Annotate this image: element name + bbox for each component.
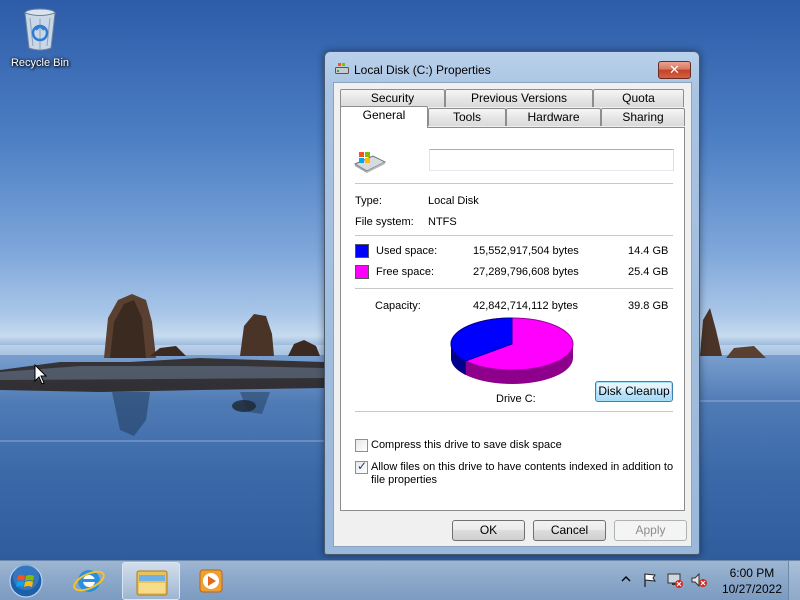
tab-security[interactable]: Security xyxy=(340,89,445,107)
tab-previous-versions[interactable]: Previous Versions xyxy=(445,89,593,107)
internet-explorer-icon xyxy=(73,570,105,592)
cancel-button[interactable]: Cancel xyxy=(533,520,606,541)
taskbar-media-player[interactable] xyxy=(182,562,240,600)
show-hidden-icons-chevron[interactable] xyxy=(621,572,631,586)
drive-label: Drive C: xyxy=(496,393,536,405)
used-space-label: Used space: xyxy=(376,245,438,257)
system-clock[interactable]: 6:00 PM 10/27/2022 xyxy=(722,565,782,597)
drive-icon xyxy=(335,63,349,74)
used-space-bytes: 15,552,917,504 bytes xyxy=(473,245,579,257)
volume-muted-icon[interactable] xyxy=(690,572,708,588)
capacity-label: Capacity: xyxy=(375,300,421,312)
type-label: Type: xyxy=(355,195,382,207)
properties-dialog: Local Disk (C:) Properties ✕ Security Pr… xyxy=(324,51,700,555)
network-icon[interactable] xyxy=(666,572,684,588)
tab-general[interactable]: General xyxy=(340,106,428,128)
window-title: Local Disk (C:) Properties xyxy=(354,63,491,77)
free-space-swatch xyxy=(355,265,369,279)
separator xyxy=(355,235,673,236)
windows-explorer-icon xyxy=(136,570,168,596)
index-checkbox[interactable]: ✓ xyxy=(355,459,368,474)
volume-label-input[interactable] xyxy=(429,149,674,171)
tab-sharing[interactable]: Sharing xyxy=(601,108,685,126)
free-space-bytes: 27,289,796,608 bytes xyxy=(473,266,579,278)
pie-top xyxy=(450,317,574,371)
media-player-icon xyxy=(199,569,223,593)
show-desktop-button[interactable] xyxy=(788,561,800,600)
start-button[interactable] xyxy=(6,562,46,600)
mouse-cursor-icon xyxy=(34,364,48,385)
file-system-value: NTFS xyxy=(428,216,457,228)
free-space-gb: 25.4 GB xyxy=(628,266,669,278)
close-button[interactable]: ✕ xyxy=(658,61,691,79)
separator xyxy=(355,411,673,412)
desktop-icon-recycle-bin[interactable]: Recycle Bin xyxy=(4,6,76,69)
index-label: Allow files on this drive to have conten… xyxy=(371,461,674,486)
ok-button[interactable]: OK xyxy=(452,520,525,541)
tab-tools[interactable]: Tools xyxy=(428,108,506,126)
recycle-bin-icon xyxy=(24,8,56,51)
used-space-swatch xyxy=(355,244,369,258)
separator xyxy=(355,183,673,184)
disk-usage-pie-chart xyxy=(450,317,574,384)
clock-date: 10/27/2022 xyxy=(721,582,782,596)
desktop-icon-label: Recycle Bin xyxy=(10,57,70,69)
type-value: Local Disk xyxy=(428,195,479,207)
capacity-bytes: 42,842,714,112 bytes xyxy=(473,300,578,312)
apply-button[interactable]: Apply xyxy=(614,520,687,541)
file-system-label: File system: xyxy=(355,216,414,228)
tab-quota[interactable]: Quota xyxy=(593,89,684,107)
close-icon: ✕ xyxy=(669,62,680,77)
dialog-client-area: Security Previous Versions Quota General… xyxy=(333,82,692,547)
tab-hardware[interactable]: Hardware xyxy=(506,108,601,126)
compress-label: Compress this drive to save disk space xyxy=(371,439,562,451)
start-orb-icon xyxy=(9,564,43,598)
title-bar[interactable]: Local Disk (C:) Properties ✕ xyxy=(325,52,699,82)
hard-drive-icon xyxy=(353,152,387,173)
compress-checkbox[interactable] xyxy=(355,439,368,452)
capacity-gb: 39.8 GB xyxy=(628,300,669,312)
separator xyxy=(355,288,673,289)
taskbar-windows-explorer[interactable] xyxy=(122,562,180,600)
used-space-gb: 14.4 GB xyxy=(628,245,669,257)
action-center-flag-icon[interactable] xyxy=(642,572,658,588)
clock-time: 6:00 PM xyxy=(729,566,775,580)
checkmark-icon: ✓ xyxy=(357,459,368,473)
taskbar: 6:00 PM 10/27/2022 xyxy=(0,560,800,600)
free-space-label: Free space: xyxy=(376,266,435,278)
taskbar-internet-explorer[interactable] xyxy=(60,562,118,600)
general-tab-panel: Type: Local Disk File system: NTFS Used … xyxy=(340,127,685,511)
disk-cleanup-button[interactable]: Disk Cleanup xyxy=(595,381,673,402)
